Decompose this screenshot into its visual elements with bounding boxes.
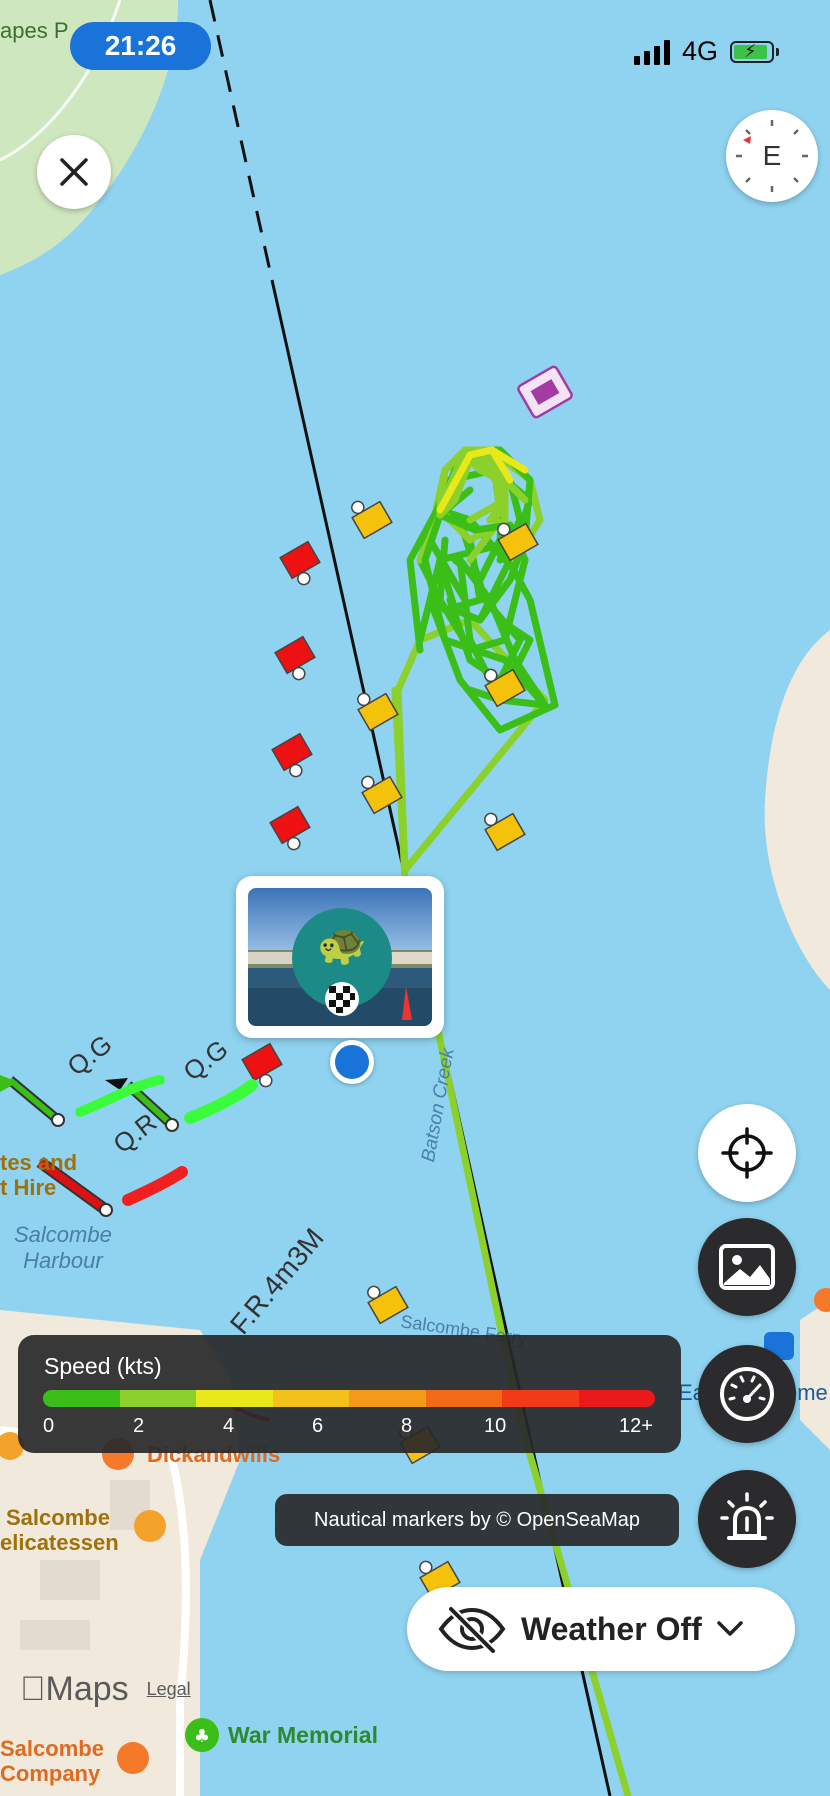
speed-tick: 8 [401, 1415, 413, 1437]
network-type: 4G [681, 36, 718, 66]
current-location-dot[interactable] [330, 1040, 374, 1084]
chevron-down-icon [717, 1621, 743, 1636]
speed-color-segment [272, 1390, 349, 1407]
opensea-attribution: Nautical markers by © OpenSeaMap [275, 1494, 679, 1546]
svg-text:🐢: 🐢 [317, 922, 367, 968]
eye-slash-icon [438, 1606, 506, 1653]
speed-tick: 10 [484, 1415, 507, 1437]
label-boat-hire: tes and t Hire [0, 1150, 78, 1200]
speed-color-segment [502, 1390, 579, 1407]
legal-link[interactable]: Legal [147, 1679, 191, 1700]
close-icon [60, 158, 88, 186]
locate-me-button[interactable] [698, 1104, 796, 1202]
speed-color-segment [349, 1390, 426, 1407]
compass-button[interactable]: E [726, 110, 818, 202]
crosshair-icon [721, 1127, 773, 1179]
photos-button[interactable] [698, 1218, 796, 1316]
speed-color-segment [578, 1390, 655, 1407]
speed-color-segment [119, 1390, 196, 1407]
status-time: 21:26 [70, 22, 211, 70]
label-salcombe-harbour: Salcombe Harbour [14, 1222, 112, 1273]
battery-charging-icon: ⚡ [730, 40, 779, 63]
speed-tick: 0 [43, 1415, 55, 1437]
speedometer-icon [720, 1367, 774, 1421]
photo-thumbnail: 🐢 [248, 888, 432, 1026]
speed-color-segment [43, 1390, 120, 1407]
photo-icon [719, 1244, 775, 1290]
weather-toggle-button[interactable]: Weather Off [407, 1587, 795, 1671]
cellular-signal-icon [633, 39, 670, 65]
label-war-memorial: War Memorial [228, 1722, 378, 1748]
label-salcombe-company: Salcombe Company [0, 1736, 104, 1786]
speed-legend: Speed (kts) 0 2 4 6 8 10 12+ [18, 1335, 681, 1453]
maps-brand: Maps [20, 1670, 129, 1708]
speed-legend-ticks: 0 2 4 6 8 10 12+ [18, 1415, 681, 1445]
label-top-left: apes P [0, 18, 69, 43]
alert-button[interactable] [698, 1470, 796, 1568]
speed-color-segment [196, 1390, 273, 1407]
speed-tick: 12+ [619, 1415, 653, 1437]
status-indicators: 4G ⚡ [633, 36, 779, 67]
speed-button[interactable] [698, 1345, 796, 1443]
close-button[interactable] [37, 135, 111, 209]
svg-text:♣: ♣ [194, 1726, 210, 1747]
label-salcombe-delicatessen: Salcombe elicatessen [0, 1505, 119, 1555]
speed-color-bar [43, 1390, 655, 1407]
speed-color-segment [425, 1390, 502, 1407]
photo-marker[interactable]: 🐢 [236, 876, 444, 1038]
speed-tick: 4 [223, 1415, 235, 1437]
speed-legend-title: Speed (kts) [44, 1353, 162, 1379]
weather-toggle-label: Weather Off [521, 1610, 702, 1647]
speed-tick: 6 [312, 1415, 324, 1437]
alarm-light-icon [720, 1492, 774, 1540]
compass-heading: E [762, 140, 782, 171]
apple-maps-logo: Maps Legal [20, 1670, 191, 1709]
speed-tick: 2 [133, 1415, 145, 1437]
